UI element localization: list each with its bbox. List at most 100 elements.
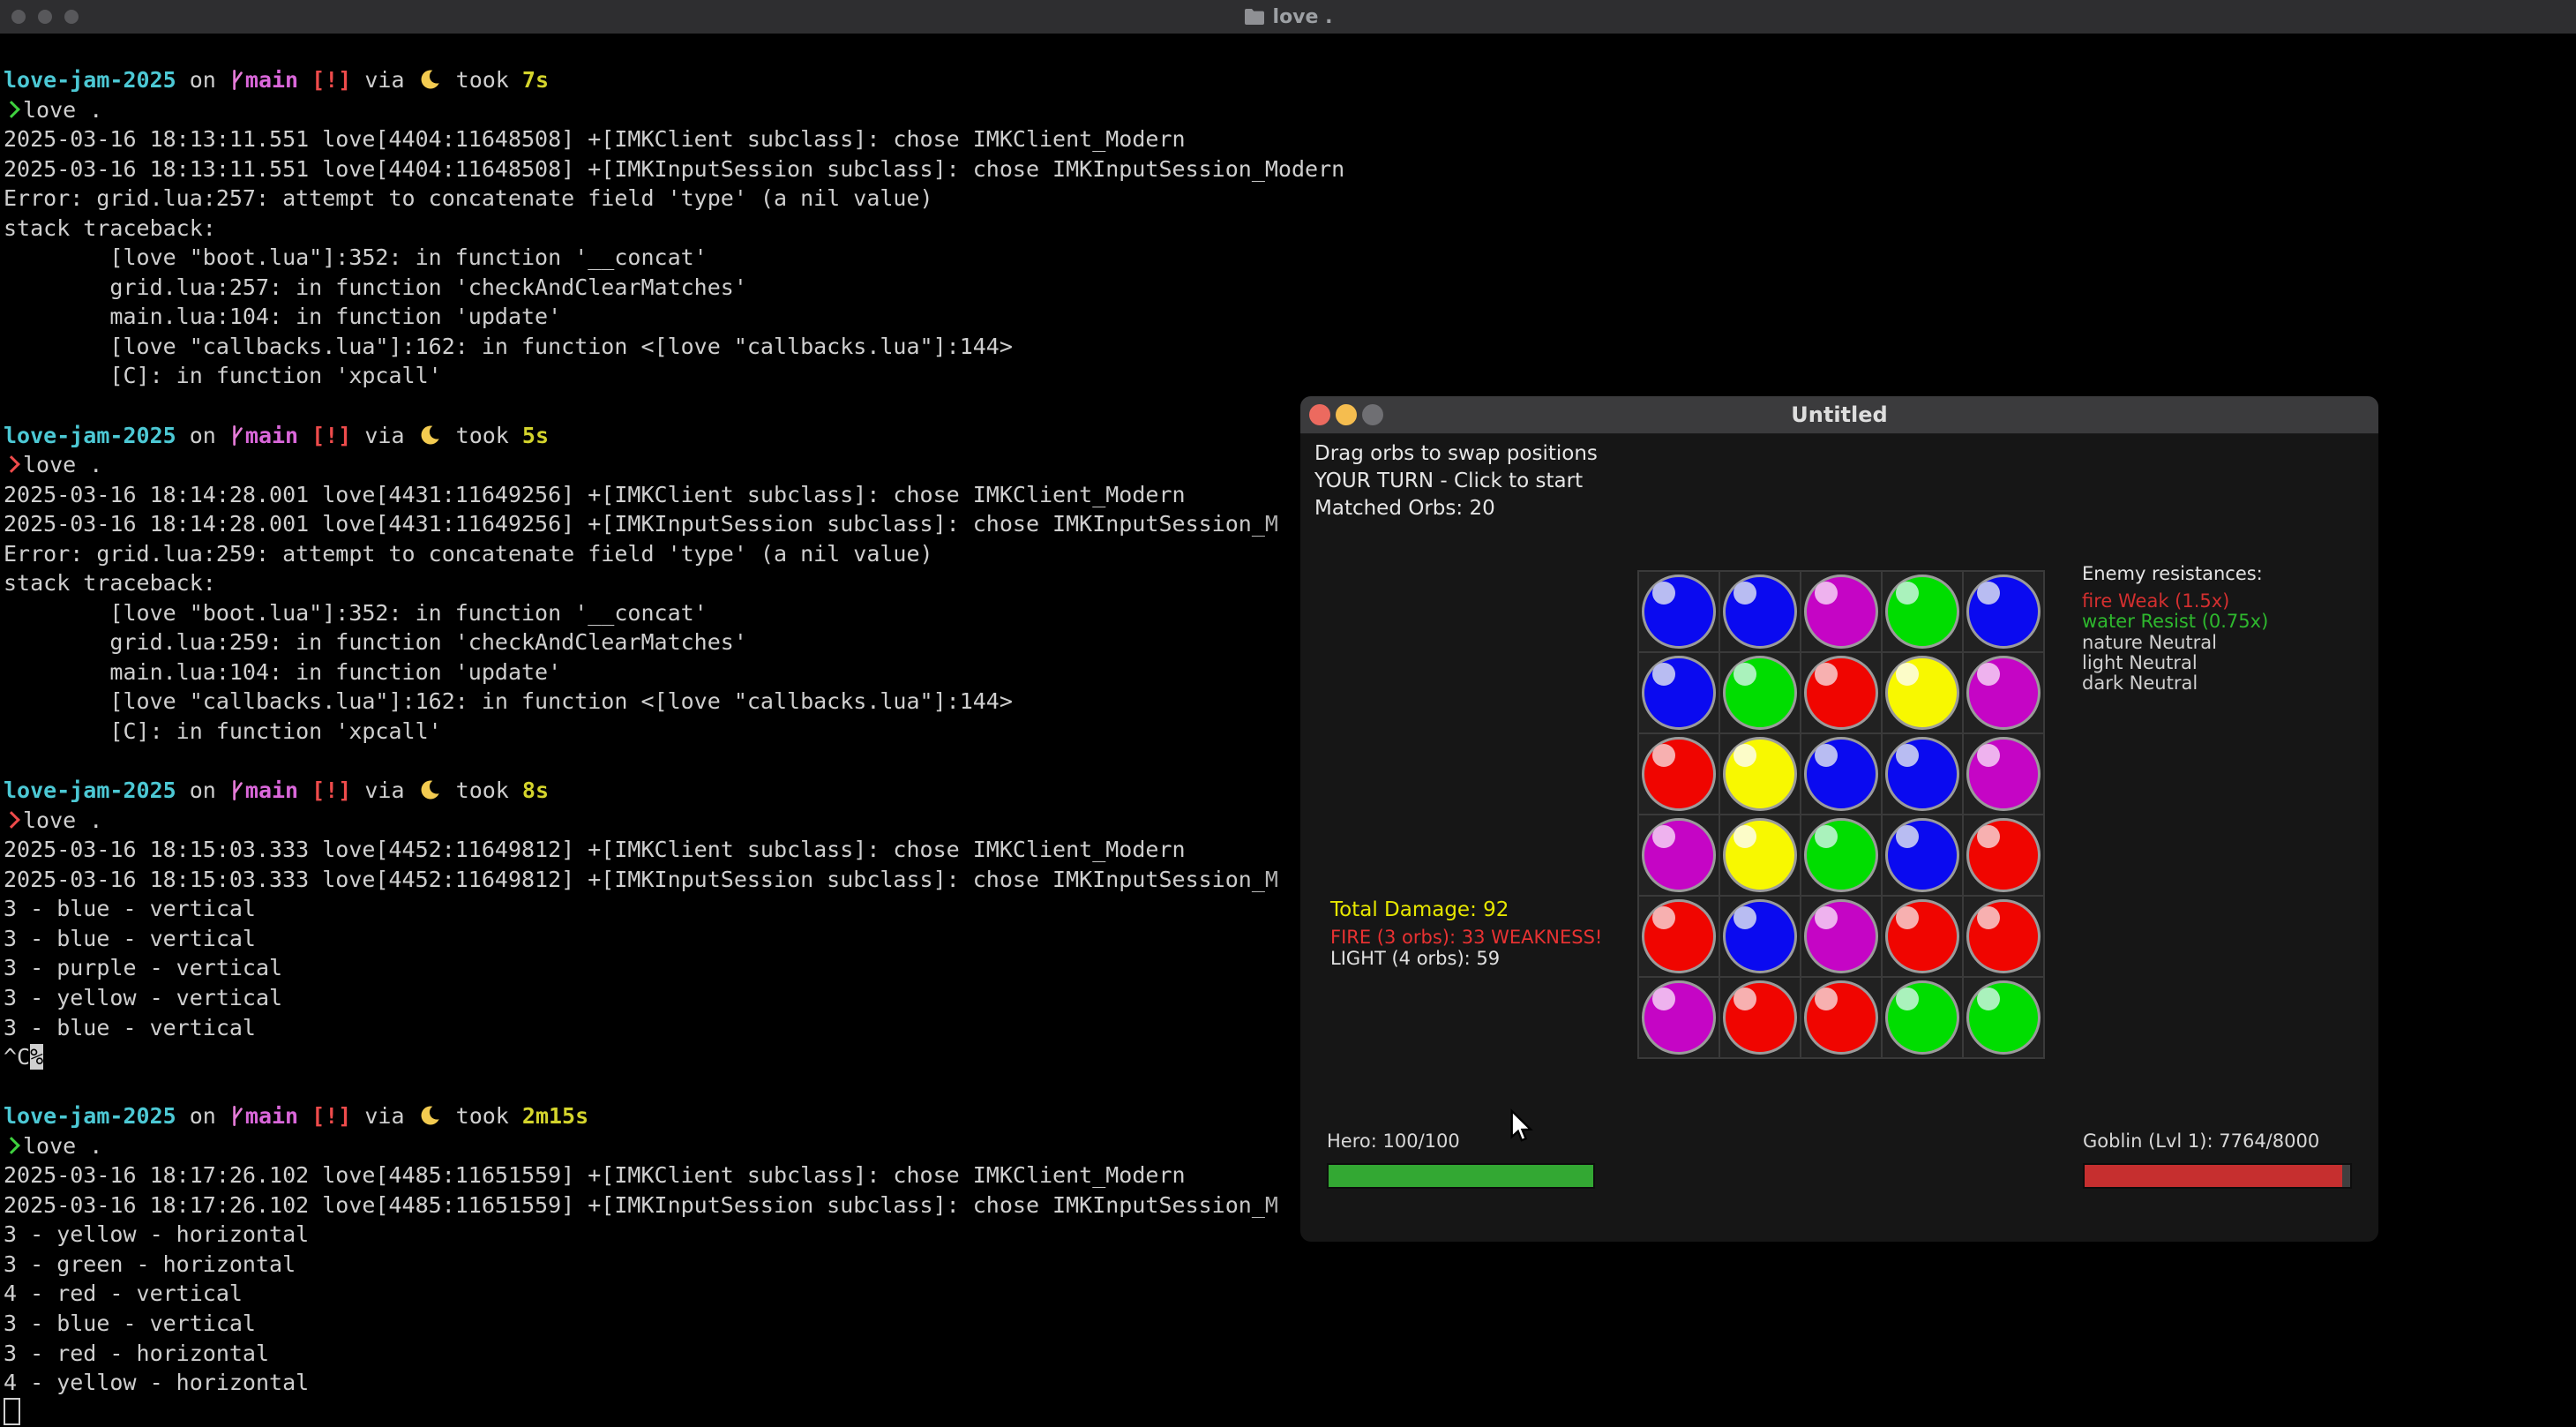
orb-yellow[interactable] bbox=[1723, 818, 1797, 892]
terminal-text-segment: took bbox=[443, 1103, 522, 1129]
orb-highlight bbox=[1977, 825, 2000, 848]
orb-green[interactable] bbox=[1885, 575, 1959, 649]
orb-highlight bbox=[1815, 988, 1838, 1010]
grid-cell bbox=[1639, 653, 1719, 732]
resistance-item: nature Neutral bbox=[2082, 633, 2268, 653]
orb-blue[interactable] bbox=[1723, 575, 1797, 649]
orb-purple[interactable] bbox=[1642, 818, 1716, 892]
total-damage-label: Total Damage: 92 bbox=[1330, 898, 1509, 921]
orb-highlight bbox=[1815, 744, 1838, 767]
orb-red[interactable] bbox=[1642, 899, 1716, 973]
orb-highlight bbox=[1815, 582, 1838, 605]
terminal-line: grid.lua:257: in function 'checkAndClear… bbox=[4, 273, 2576, 303]
enemy-resistances-list: fire Weak (1.5x)water Resist (0.75x)natu… bbox=[2082, 591, 2268, 694]
orb-red[interactable] bbox=[1723, 980, 1797, 1055]
orb-yellow[interactable] bbox=[1885, 656, 1959, 730]
orb-purple[interactable] bbox=[1966, 737, 2041, 811]
grid-cell bbox=[1883, 897, 1962, 976]
orb-red[interactable] bbox=[1804, 980, 1878, 1055]
orb-highlight bbox=[1896, 663, 1919, 686]
orb-highlight bbox=[1977, 988, 2000, 1010]
moon-icon bbox=[418, 777, 443, 802]
terminal-text-segment: [!] bbox=[311, 423, 351, 448]
grid-cell bbox=[1720, 897, 1800, 976]
terminal-text-segment: via bbox=[351, 777, 417, 803]
terminal-line: Error: grid.lua:257: attempt to concaten… bbox=[4, 184, 2576, 214]
orb-blue[interactable] bbox=[1966, 575, 2041, 649]
game-zoom-button[interactable] bbox=[1362, 404, 1383, 425]
terminal-text-segment: love . bbox=[23, 452, 102, 477]
orb-highlight bbox=[1896, 744, 1919, 767]
orb-purple[interactable] bbox=[1804, 575, 1878, 649]
terminal-line: 2025-03-16 18:13:11.551 love[4404:116485… bbox=[4, 124, 2576, 154]
game-close-button[interactable] bbox=[1309, 404, 1330, 425]
orb-highlight bbox=[1652, 663, 1675, 686]
terminal-line: 3 - red - horizontal bbox=[4, 1339, 2576, 1369]
grid-cell bbox=[1720, 734, 1800, 814]
orb-purple[interactable] bbox=[1642, 980, 1716, 1055]
orb-red[interactable] bbox=[1642, 737, 1716, 811]
terminal-text-segment: love . bbox=[23, 1133, 102, 1159]
game-window-titlebar[interactable]: Untitled bbox=[1300, 396, 2378, 434]
orb-blue[interactable] bbox=[1723, 899, 1797, 973]
orb-red[interactable] bbox=[1966, 818, 2041, 892]
damage-line: LIGHT (4 orbs): 59 bbox=[1330, 949, 1602, 970]
orb-highlight bbox=[1734, 988, 1756, 1010]
orb-green[interactable] bbox=[1723, 656, 1797, 730]
orb-green[interactable] bbox=[1885, 980, 1959, 1055]
orb-highlight bbox=[1652, 988, 1675, 1010]
terminal-titlebar[interactable]: love . bbox=[0, 0, 2576, 35]
terminal-line bbox=[4, 1398, 2576, 1427]
prompt-chevron-icon bbox=[3, 1137, 20, 1154]
hero-hp-fill bbox=[1329, 1165, 1593, 1187]
terminal-text-segment: love-jam-2025 bbox=[4, 1103, 176, 1129]
terminal-text-segment: love-jam-2025 bbox=[4, 777, 176, 803]
grid-cell bbox=[1720, 815, 1800, 895]
terminal-line: [C]: in function 'xpcall' bbox=[4, 361, 2576, 391]
grid-cell bbox=[1801, 734, 1881, 814]
orb-purple[interactable] bbox=[1804, 899, 1878, 973]
orb-highlight bbox=[1896, 582, 1919, 605]
git-branch-icon bbox=[229, 778, 245, 802]
terminal-line: 4 - yellow - horizontal bbox=[4, 1368, 2576, 1398]
orb-highlight bbox=[1734, 663, 1756, 686]
orb-highlight bbox=[1734, 744, 1756, 767]
orb-purple[interactable] bbox=[1966, 656, 2041, 730]
game-minimize-button[interactable] bbox=[1336, 404, 1357, 425]
game-status-line: YOUR TURN - Click to start bbox=[1314, 469, 1598, 497]
orb-highlight bbox=[1977, 663, 2000, 686]
orb-red[interactable] bbox=[1804, 656, 1878, 730]
moon-icon bbox=[418, 423, 443, 447]
terminal-text-segment: on bbox=[176, 1103, 229, 1129]
terminal-text-segment: 5s bbox=[522, 423, 549, 448]
grid-cell bbox=[1964, 897, 2043, 976]
grid-cell bbox=[1639, 572, 1719, 651]
orb-red[interactable] bbox=[1885, 899, 1959, 973]
orb-blue[interactable] bbox=[1885, 737, 1959, 811]
orb-blue[interactable] bbox=[1642, 575, 1716, 649]
orb-highlight bbox=[1896, 906, 1919, 929]
orb-green[interactable] bbox=[1804, 818, 1878, 892]
orb-blue[interactable] bbox=[1642, 656, 1716, 730]
orb-yellow[interactable] bbox=[1723, 737, 1797, 811]
enemy-hp-label: Goblin (Lvl 1): 7764/8000 bbox=[2083, 1130, 2319, 1152]
orb-red[interactable] bbox=[1966, 899, 2041, 973]
enemy-resistances-header: Enemy resistances: bbox=[2082, 563, 2263, 584]
terminal-line: 3 - blue - vertical bbox=[4, 1309, 2576, 1339]
orb-green[interactable] bbox=[1966, 980, 2041, 1055]
orb-highlight bbox=[1652, 582, 1675, 605]
grid-cell bbox=[1883, 572, 1962, 651]
orb-highlight bbox=[1815, 825, 1838, 848]
terminal-text-segment: [!] bbox=[311, 777, 351, 803]
grid-cell bbox=[1883, 978, 1962, 1057]
terminal-title-text: love . bbox=[1273, 6, 1333, 28]
orb-blue[interactable] bbox=[1804, 737, 1878, 811]
orb-blue[interactable] bbox=[1885, 818, 1959, 892]
terminal-text-segment: love-jam-2025 bbox=[4, 67, 176, 93]
game-status-lines: Drag orbs to swap positionsYOUR TURN - C… bbox=[1314, 442, 1598, 524]
grid-cell bbox=[1801, 815, 1881, 895]
hero-hp-bar bbox=[1327, 1163, 1595, 1189]
grid-cell bbox=[1639, 815, 1719, 895]
grid-cell bbox=[1964, 734, 2043, 814]
game-status-line: Drag orbs to swap positions bbox=[1314, 442, 1598, 469]
